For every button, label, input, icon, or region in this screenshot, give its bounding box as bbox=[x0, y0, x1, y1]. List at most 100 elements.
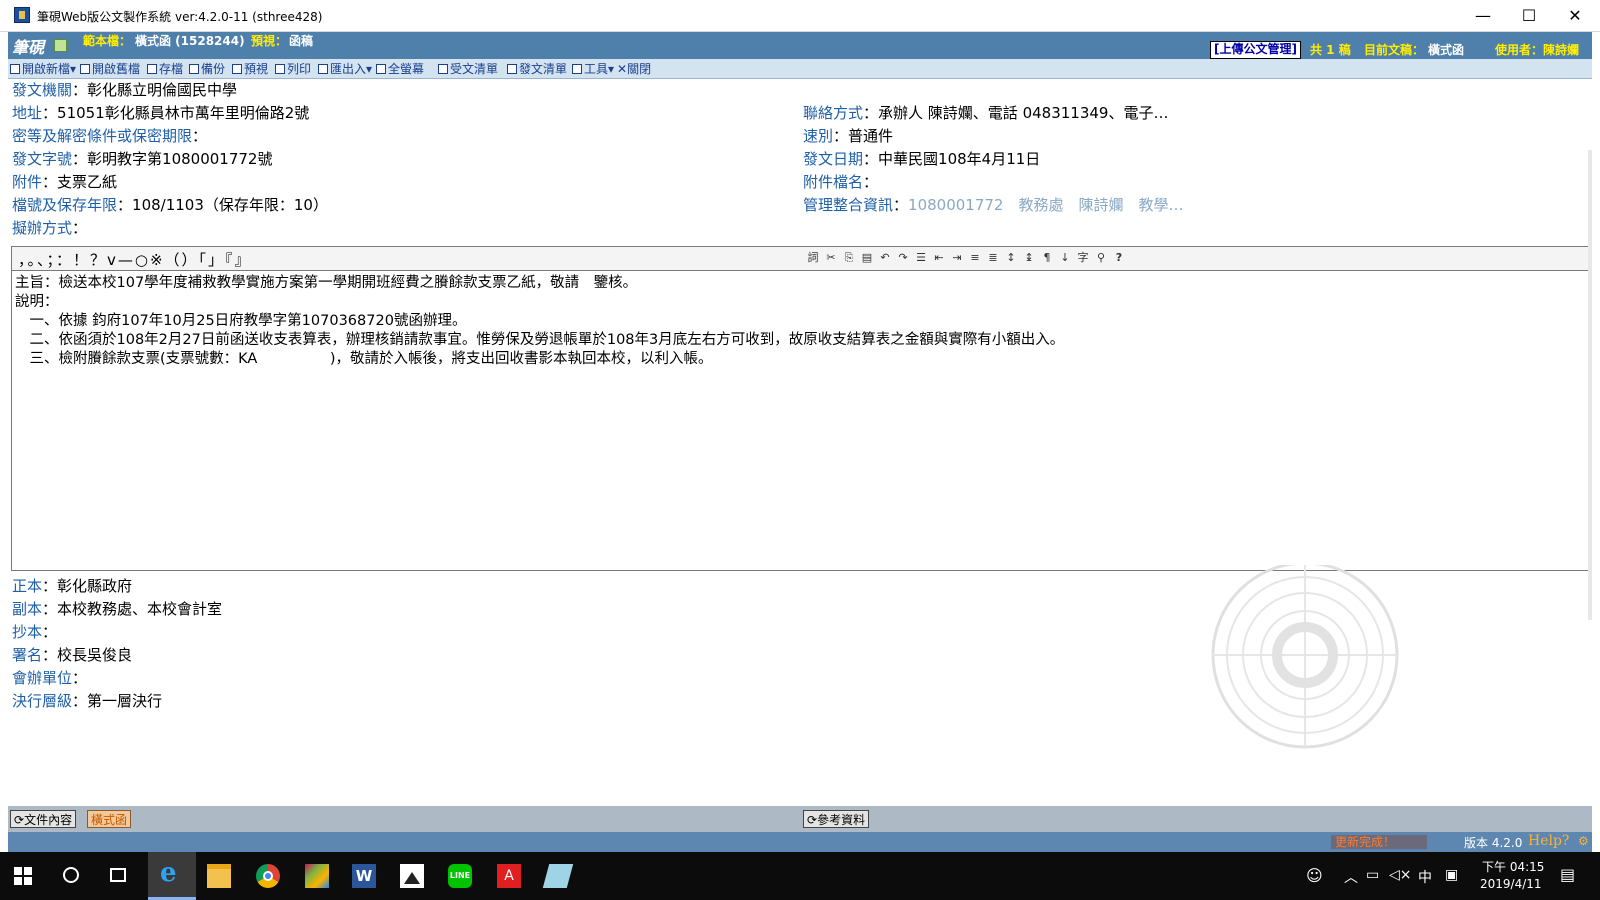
open-file-icon bbox=[80, 64, 90, 74]
field-issue-date[interactable]: 發文日期：中華民國108年4月11日 bbox=[803, 148, 1040, 170]
format-tab[interactable]: 橫式函 bbox=[87, 810, 132, 828]
clock-date[interactable]: 2019/4/11 bbox=[1480, 877, 1542, 891]
doc-content-button[interactable]: ⟳文件內容 bbox=[10, 810, 77, 828]
window-title: 筆硯Web版公文製作系統 ver:4.2.0-11 (sthree428) bbox=[37, 10, 323, 24]
network-icon[interactable]: ▭ bbox=[1366, 867, 1379, 883]
cut-icon[interactable]: ✂ bbox=[824, 251, 838, 265]
search-icon[interactable]: ⚲ bbox=[1094, 251, 1108, 265]
eraser-app-icon[interactable] bbox=[542, 864, 574, 888]
redo-icon[interactable]: ↷ bbox=[896, 251, 910, 265]
field-copy[interactable]: 抄本： bbox=[12, 621, 57, 643]
editor-line: 三、檢附賸餘款支票(支票號數：KA )，敬請於入帳後，將支出回收書影本執回本校，… bbox=[15, 351, 713, 367]
version-label: 版本 4.2.0 bbox=[1464, 836, 1523, 850]
template-value: 橫式函 (1528244) bbox=[135, 34, 245, 48]
volume-mute-icon[interactable]: ◁× bbox=[1389, 867, 1412, 883]
toolbar-new-file[interactable]: 開啟新檔▾ bbox=[10, 61, 76, 77]
field-issuer[interactable]: 發文機關：彰化縣立明倫國民中學 bbox=[12, 79, 237, 101]
toolbar-fullscreen[interactable]: 全螢幕 bbox=[376, 61, 424, 77]
copy-icon[interactable]: ⎘ bbox=[842, 251, 856, 265]
tray-chevron-icon[interactable]: ︿ bbox=[1344, 867, 1358, 887]
line-spacing-up-icon[interactable]: ↕ bbox=[1004, 251, 1018, 265]
list-icon[interactable]: ☰ bbox=[914, 251, 928, 265]
indent-icon[interactable]: ⇥ bbox=[950, 251, 964, 265]
toolbar-backup[interactable]: 備份 bbox=[189, 61, 225, 77]
numbering-icon[interactable]: ↓ bbox=[1058, 251, 1072, 265]
field-handling-method[interactable]: 擬辦方式： bbox=[12, 217, 87, 239]
word-icon[interactable]: W bbox=[352, 864, 376, 888]
field-archive[interactable]: 檔號及保存年限：108/1103（保存年限：10） bbox=[12, 194, 328, 216]
toolbar-close[interactable]: ✕關閉 bbox=[617, 61, 651, 77]
punctuation-symbols[interactable]: ，。、；：！？ⅴ—○※（）「」『』 bbox=[18, 249, 252, 270]
file-explorer-icon[interactable] bbox=[207, 864, 231, 888]
dispatch-list-icon bbox=[507, 64, 517, 74]
field-signature[interactable]: 署名：校長吳俊良 bbox=[12, 644, 132, 666]
vertical-scrollbar[interactable] bbox=[1588, 150, 1592, 620]
taskbar-ie-app[interactable]: e bbox=[148, 852, 196, 900]
toolbar-open-file[interactable]: 開啟舊檔 bbox=[80, 61, 140, 77]
word-icon[interactable]: 詞 bbox=[806, 251, 820, 265]
photos-icon[interactable] bbox=[400, 864, 424, 888]
preview-value[interactable]: 函稿 bbox=[289, 32, 313, 49]
clock-time[interactable]: 下午 04:15 bbox=[1482, 858, 1544, 875]
user-label: 使用者： bbox=[1495, 43, 1544, 57]
settings-icon[interactable]: ⚙ bbox=[1578, 834, 1589, 848]
task-view-icon[interactable] bbox=[110, 868, 126, 882]
app-header: 筆硯 範本檔： 橫式函 (1528244) 預視： 函稿 [上傳公文管理] 共 … bbox=[8, 32, 1592, 59]
close-window-button[interactable]: ✕ bbox=[1552, 0, 1598, 32]
field-secrecy[interactable]: 密等及解密條件或保密期限： bbox=[12, 125, 207, 147]
help-link[interactable]: Help? bbox=[1528, 833, 1569, 849]
line-app-icon[interactable]: LINE bbox=[448, 864, 472, 888]
field-management-info[interactable]: 管理整合資訊：1080001772 教務處 陳詩孄 教學… bbox=[803, 194, 1184, 216]
field-contact[interactable]: 聯絡方式：承辦人 陳詩孄、電話 048311349、電子… bbox=[803, 102, 1168, 124]
keyboard-icon[interactable]: ▣ bbox=[1445, 867, 1458, 883]
editor-line: 說明： bbox=[15, 294, 59, 310]
print-icon bbox=[275, 64, 285, 74]
toolbar-preview[interactable]: 預視 bbox=[232, 61, 268, 77]
field-decision-level[interactable]: 決行層級：第一層決行 bbox=[12, 690, 162, 712]
minimize-button[interactable]: — bbox=[1460, 0, 1506, 32]
image-editor-icon[interactable] bbox=[305, 864, 329, 888]
toolbar-tools[interactable]: 工具▾ bbox=[572, 61, 614, 77]
upload-management-button[interactable]: [上傳公文管理] bbox=[1210, 41, 1301, 59]
reference-button[interactable]: ⟳參考資料 bbox=[803, 810, 870, 828]
decrease-indent-icon[interactable]: ≡ bbox=[968, 251, 982, 265]
character-icon[interactable]: 字 bbox=[1076, 251, 1090, 265]
toolbar-print[interactable]: 列印 bbox=[275, 61, 311, 77]
field-doc-number[interactable]: 發文字號：彰明教字第1080001772號 bbox=[12, 148, 272, 170]
field-co-units[interactable]: 會辦單位： bbox=[12, 667, 87, 689]
toolbar-dispatch-list[interactable]: 發文清單 bbox=[507, 61, 567, 77]
home-icon[interactable] bbox=[54, 39, 67, 52]
paragraph-icon[interactable]: ¶ bbox=[1040, 251, 1054, 265]
increase-indent-icon[interactable]: ≣ bbox=[986, 251, 1000, 265]
editor-line: 主旨：檢送本校107學年度補救教學實施方案第一學期開班經費之賸餘款支票乙紙，敬請… bbox=[15, 275, 638, 291]
backup-icon bbox=[189, 64, 199, 74]
windows-taskbar: e W LINE A ☺ ︿ ▭ ◁× 中 ▣ 下午 04:15 2019/4/… bbox=[0, 852, 1600, 900]
undo-icon[interactable]: ↶ bbox=[878, 251, 892, 265]
field-attachment[interactable]: 附件：支票乙紙 bbox=[12, 171, 117, 193]
help-icon[interactable]: ? bbox=[1112, 251, 1126, 265]
line-spacing-down-icon[interactable]: ↨ bbox=[1022, 251, 1036, 265]
people-icon[interactable]: ☺ bbox=[1306, 866, 1323, 885]
field-attachment-filename[interactable]: 附件檔名： bbox=[803, 171, 878, 193]
toolbar-import-export[interactable]: 匯出入▾ bbox=[318, 61, 372, 77]
paste-icon[interactable]: ▤ bbox=[860, 251, 874, 265]
preview-label: 預視： bbox=[251, 34, 288, 48]
save-icon bbox=[147, 64, 157, 74]
outdent-icon[interactable]: ⇤ bbox=[932, 251, 946, 265]
ime-indicator[interactable]: 中 bbox=[1418, 867, 1432, 887]
toolbar-save[interactable]: 存檔 bbox=[147, 61, 183, 77]
toolbar-recipient-list[interactable]: 受文清單 bbox=[438, 61, 498, 77]
document-editor[interactable]: ，。、；：！？ⅴ—○※（）「」『』 詞 ✂ ⎘ ▤ ↶ ↷ ☰ ⇤ ⇥ ≡ ≣ … bbox=[11, 246, 1591, 571]
pdf-reader-icon[interactable]: A bbox=[497, 864, 521, 888]
field-address[interactable]: 地址：51051彰化縣員林市萬年里明倫路2號 bbox=[12, 102, 309, 124]
start-windows-icon[interactable] bbox=[14, 867, 32, 885]
chrome-icon[interactable] bbox=[256, 864, 280, 888]
editor-body[interactable]: 主旨：檢送本校107學年度補救教學實施方案第一學期開班經費之賸餘款支票乙紙，敬請… bbox=[15, 274, 1586, 369]
maximize-button[interactable]: ☐ bbox=[1506, 0, 1552, 32]
field-cc[interactable]: 副本：本校教務處、本校會計室 bbox=[12, 598, 222, 620]
notification-icon[interactable]: ▤ bbox=[1560, 865, 1575, 884]
field-main-recipient[interactable]: 正本：彰化縣政府 bbox=[12, 575, 132, 597]
field-speed[interactable]: 速別：普通件 bbox=[803, 125, 893, 147]
search-icon[interactable] bbox=[63, 867, 79, 883]
editor-line: 一、依據 鈞府107年10月25日府教學字第1070368720號函辦理。 bbox=[15, 313, 467, 329]
